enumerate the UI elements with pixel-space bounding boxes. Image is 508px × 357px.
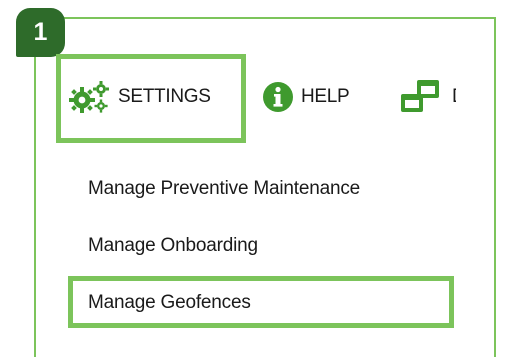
gears-icon — [68, 79, 112, 115]
settings-dropdown-menu: Manage Preventive Maintenance Manage Onb… — [88, 160, 468, 331]
menu-item-preventive-maintenance[interactable]: Manage Preventive Maintenance — [88, 160, 468, 217]
settings-label: SETTINGS — [118, 86, 211, 107]
top-toolbar: SETTINGS HELP D — [56, 55, 456, 145]
settings-menu-button[interactable]: SETTINGS — [68, 77, 211, 117]
windows-icon — [398, 78, 446, 116]
step-number-badge: 1 — [16, 8, 65, 57]
help-label: HELP — [301, 86, 350, 107]
help-menu-button[interactable]: HELP — [261, 77, 350, 117]
dashboard-label-partial: D — [452, 86, 456, 108]
dashboard-menu-button[interactable]: D — [398, 77, 456, 117]
info-circle-icon — [261, 80, 295, 114]
menu-item-onboarding[interactable]: Manage Onboarding — [88, 217, 468, 274]
menu-item-geofences[interactable]: Manage Geofences — [88, 274, 468, 331]
